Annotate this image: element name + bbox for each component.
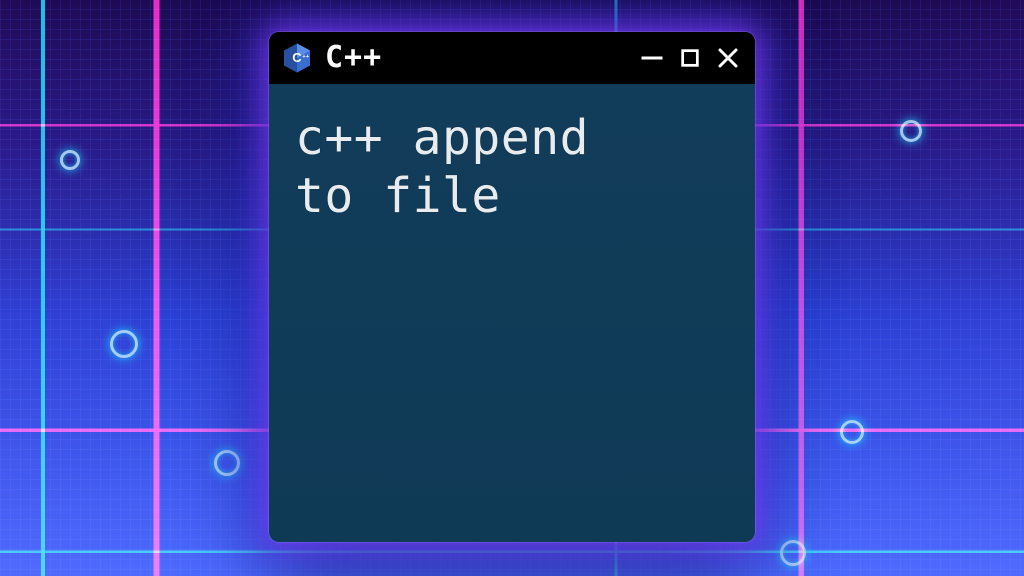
cpp-hex-icon: C + + [281, 42, 313, 74]
minimize-button[interactable] [639, 45, 665, 71]
svg-text:C: C [292, 50, 302, 65]
titlebar[interactable]: C + + C++ [269, 32, 755, 84]
maximize-button[interactable] [677, 45, 703, 71]
decorative-pad [60, 150, 80, 170]
decorative-pad [110, 330, 138, 358]
decorative-pad [780, 540, 806, 566]
svg-text:+: + [302, 54, 305, 60]
terminal-window: C + + C++ [269, 32, 755, 542]
svg-text:+: + [306, 54, 309, 60]
terminal-text: c++ append to file [295, 110, 729, 225]
close-button[interactable] [715, 45, 741, 71]
close-icon [716, 46, 740, 70]
decorative-pad [214, 450, 240, 476]
window-title: C++ [325, 43, 627, 73]
decorative-pad [900, 120, 922, 142]
maximize-icon [679, 47, 701, 69]
decorative-pad [840, 420, 864, 444]
window-controls [639, 45, 741, 71]
terminal-body[interactable]: c++ append to file [269, 84, 755, 542]
minimize-icon [640, 46, 664, 70]
